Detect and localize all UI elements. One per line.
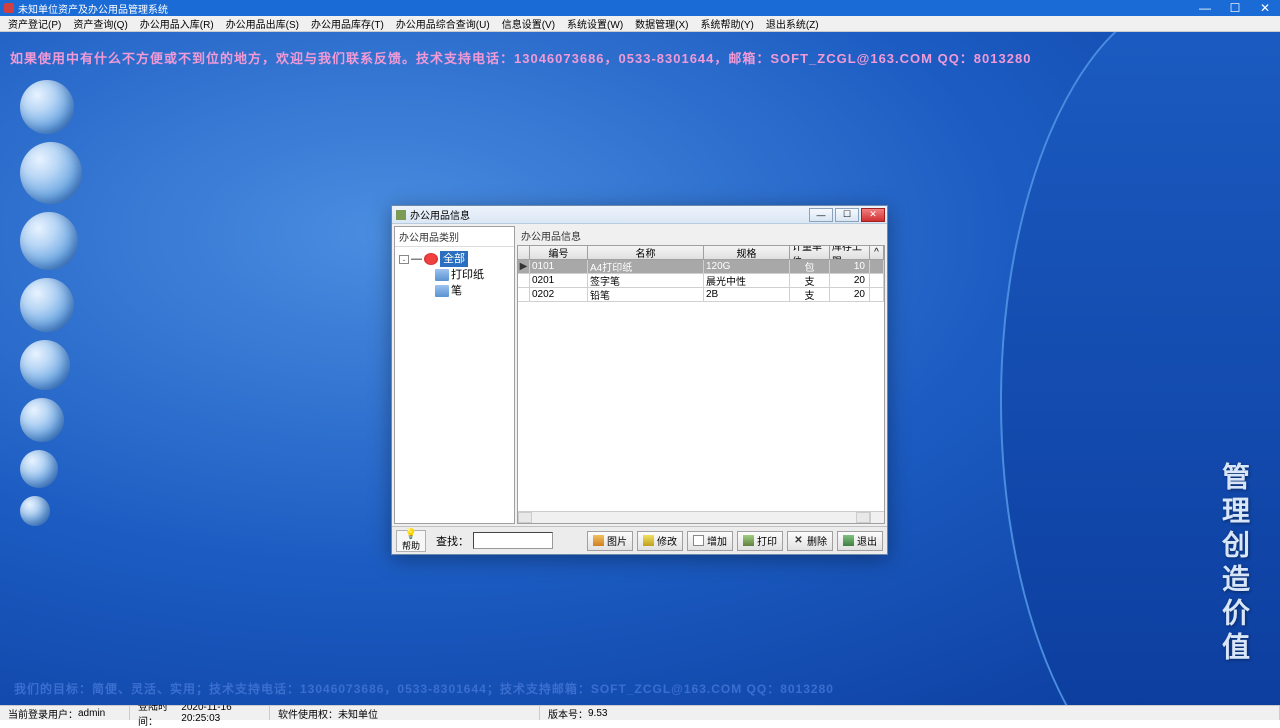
exit-button[interactable]: 退出 [837,531,883,551]
maximize-button[interactable]: ☐ [1220,0,1250,16]
slogan: 管理创造价值 [1214,462,1254,666]
tree-root[interactable]: - — 全部 [397,251,512,267]
top-banner: 如果使用中有什么不方便或不到位的地方，欢迎与我们联系反馈。技术支持电话：1304… [10,48,1031,67]
folder-icon [435,269,449,281]
status-user: 当前登录用户：admin [0,706,130,720]
statusbar: 当前登录用户：admin 登陆时间：2020-11-16 20:25:03 软件… [0,705,1280,720]
edit-button[interactable]: 修改 [637,531,683,551]
dialog-titlebar[interactable]: 办公用品信息 — ☐ ✕ [392,206,887,224]
tree-collapse-icon[interactable]: - [399,255,409,264]
menu-item[interactable]: 资产登记(P) [4,16,65,31]
grid-header: 编号 名称 规格 计量单位 库存上限 ^ [518,246,884,260]
menubar: 资产登记(P) 资产查询(Q) 办公用品入库(R) 办公用品出库(S) 办公用品库存(T… [0,16,1280,32]
tree-item-paper[interactable]: 打印纸 [397,267,512,283]
tree-item-pen[interactable]: 笔 [397,283,512,299]
bottom-banner: 我们的目标：简便、灵活、实用；技术支持电话：13046073686，0533-8… [14,680,834,697]
status-license: 软件使用权：未知单位 [270,706,540,720]
globe-icon [424,253,438,265]
data-grid[interactable]: 编号 名称 规格 计量单位 库存上限 ^ ▶0101A4打印纸120G包1002… [517,245,885,524]
decorative-balls [20,80,82,534]
window-titlebar: 未知单位资产及办公用品管理系统 — ☐ ✕ [0,0,1280,16]
category-header: 办公用品类别 [395,227,514,247]
delete-button[interactable]: ✕删除 [787,531,833,551]
picture-icon [593,535,604,546]
menu-item[interactable]: 资产查询(Q) [69,16,131,31]
dialog-toolbar: 💡 帮助 查找： 图片 修改 增加 打印 ✕删除 退出 [392,526,887,554]
status-version: 版本号：9.53 [540,706,1280,720]
dialog-title: 办公用品信息 [410,207,470,222]
app-icon [4,3,14,13]
menu-item[interactable]: 办公用品综合查询(U) [392,16,494,31]
info-header: 办公用品信息 [517,226,885,245]
exit-icon [843,535,854,546]
print-icon [743,535,754,546]
workspace: 如果使用中有什么不方便或不到位的地方，欢迎与我们联系反馈。技术支持电话：1304… [0,32,1280,705]
add-icon [693,535,704,546]
edit-icon [643,535,654,546]
grid-hscroll[interactable] [518,511,884,523]
dialog-close-button[interactable]: ✕ [861,208,885,222]
status-login: 登陆时间：2020-11-16 20:25:03 [130,706,270,720]
help-button[interactable]: 💡 帮助 [396,530,426,552]
add-button[interactable]: 增加 [687,531,733,551]
category-tree: - — 全部 打印纸 笔 [395,247,514,303]
table-row[interactable]: 0202铅笔2B支20 [518,288,884,302]
tree-root-label: 全部 [440,251,468,267]
dialog-icon [396,210,406,220]
search-label: 查找： [436,533,469,549]
menu-item[interactable]: 办公用品库存(T) [307,16,388,31]
dialog-maximize-button[interactable]: ☐ [835,208,859,222]
minimize-button[interactable]: — [1190,0,1220,16]
menu-item[interactable]: 系统设置(W) [563,16,627,31]
dialog-minimize-button[interactable]: — [809,208,833,222]
bulb-icon: 💡 [405,530,417,539]
info-panel: 办公用品信息 编号 名称 规格 计量单位 库存上限 ^ ▶0101A4打印纸12… [517,226,885,524]
menu-item[interactable]: 退出系统(Z) [762,16,823,31]
picture-button[interactable]: 图片 [587,531,633,551]
category-panel: 办公用品类别 - — 全部 打印纸 笔 [394,226,515,524]
delete-icon: ✕ [793,535,804,546]
menu-item[interactable]: 信息设置(V) [498,16,559,31]
window-title: 未知单位资产及办公用品管理系统 [18,1,168,16]
menu-item[interactable]: 办公用品出库(S) [222,16,303,31]
table-row[interactable]: ▶0101A4打印纸120G包10 [518,260,884,274]
close-button[interactable]: ✕ [1250,0,1280,16]
folder-icon [435,285,449,297]
menu-item[interactable]: 系统帮助(Y) [697,16,758,31]
menu-item[interactable]: 办公用品入库(R) [136,16,218,31]
search-input[interactable] [473,532,553,549]
table-row[interactable]: 0201签字笔晨光中性支20 [518,274,884,288]
menu-item[interactable]: 数据管理(X) [631,16,692,31]
print-button[interactable]: 打印 [737,531,783,551]
office-supplies-dialog: 办公用品信息 — ☐ ✕ 办公用品类别 - — 全部 打印纸 [391,205,888,555]
